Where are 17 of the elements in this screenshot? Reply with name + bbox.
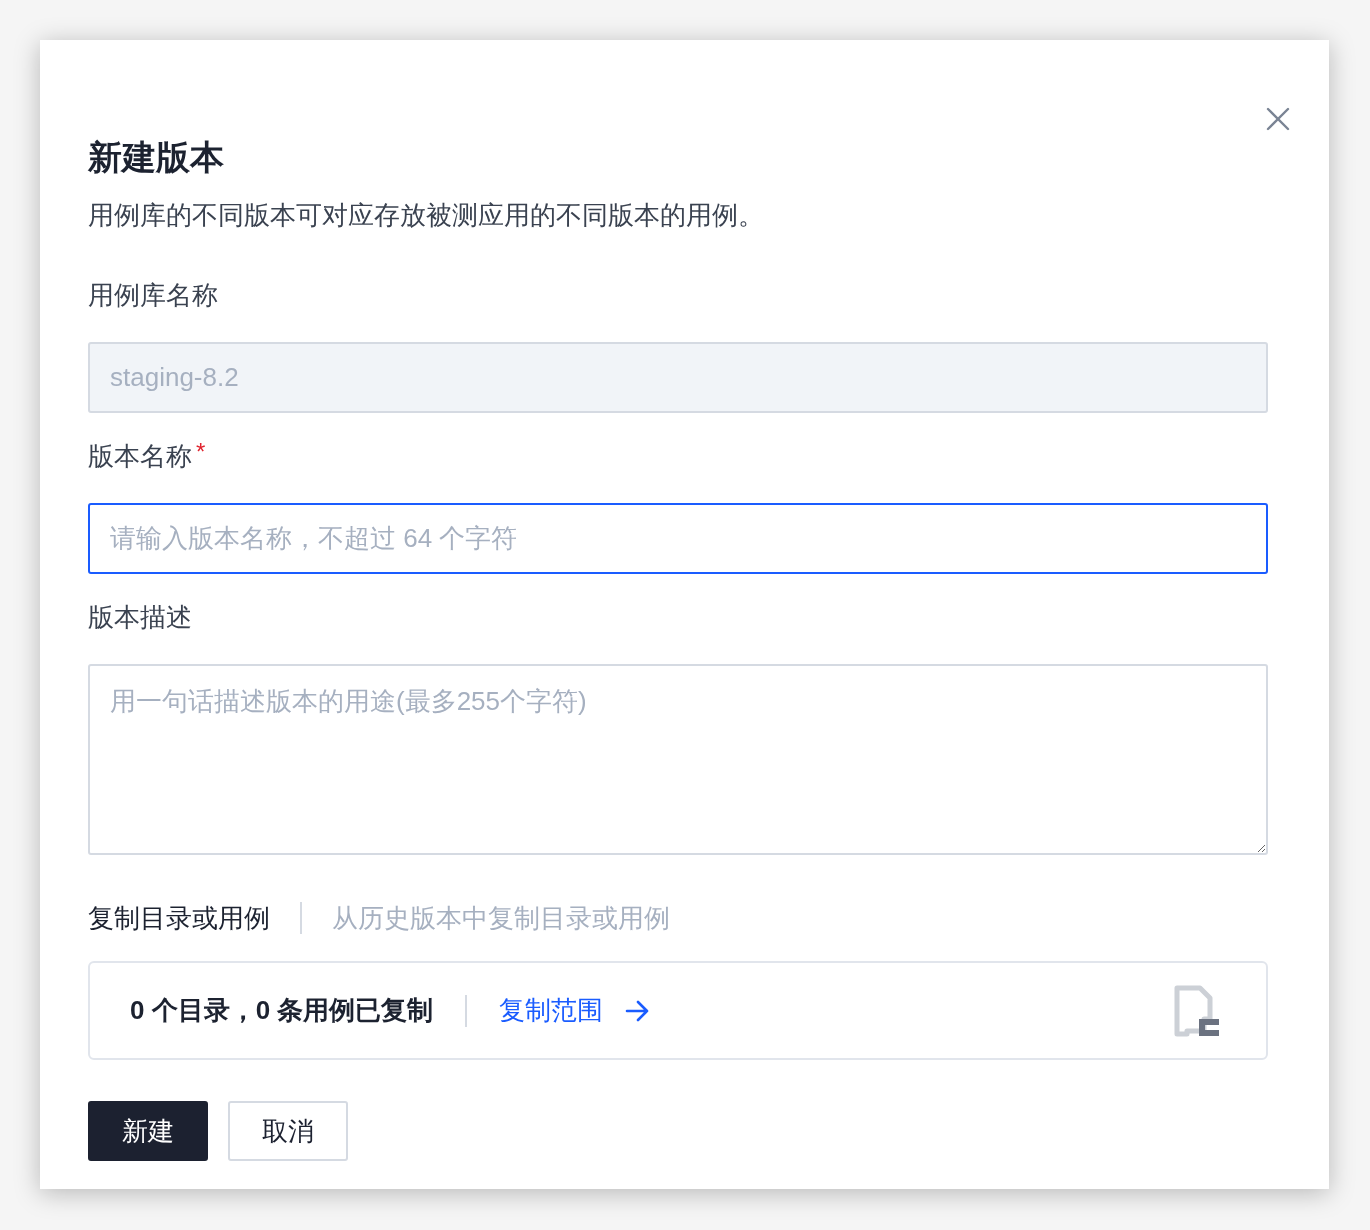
field-label: 版本名称: [88, 440, 192, 473]
text-input[interactable]: 请输入版本名称，不超过 64 个字符: [88, 503, 1268, 574]
copy-label: 复制目录或用例: [88, 901, 270, 935]
dialog-description: 用例库的不同版本可对应存放被测应用的不同版本的用例。: [88, 199, 765, 232]
close-icon: [1266, 107, 1290, 131]
field-label: 用例库名称: [88, 279, 218, 312]
required-mark: *: [196, 439, 206, 465]
copy-hint: 从历史版本中复制目录或用例: [332, 901, 670, 935]
create-button[interactable]: 新建: [88, 1101, 208, 1161]
copy-summary: 0 个目录，0 条用例已复制: [130, 994, 434, 1027]
copy-scope-link[interactable]: 复制范围: [499, 991, 650, 1030]
description-textarea[interactable]: 用一句话描述版本的用途(最多255个字符): [88, 664, 1268, 855]
dialog-title: 新建版本: [88, 137, 225, 178]
cancel-button[interactable]: 取消: [228, 1101, 348, 1161]
arrow-right-icon: [625, 999, 650, 1022]
document-icon: [1174, 984, 1220, 1037]
field-label: 版本描述: [88, 601, 192, 634]
